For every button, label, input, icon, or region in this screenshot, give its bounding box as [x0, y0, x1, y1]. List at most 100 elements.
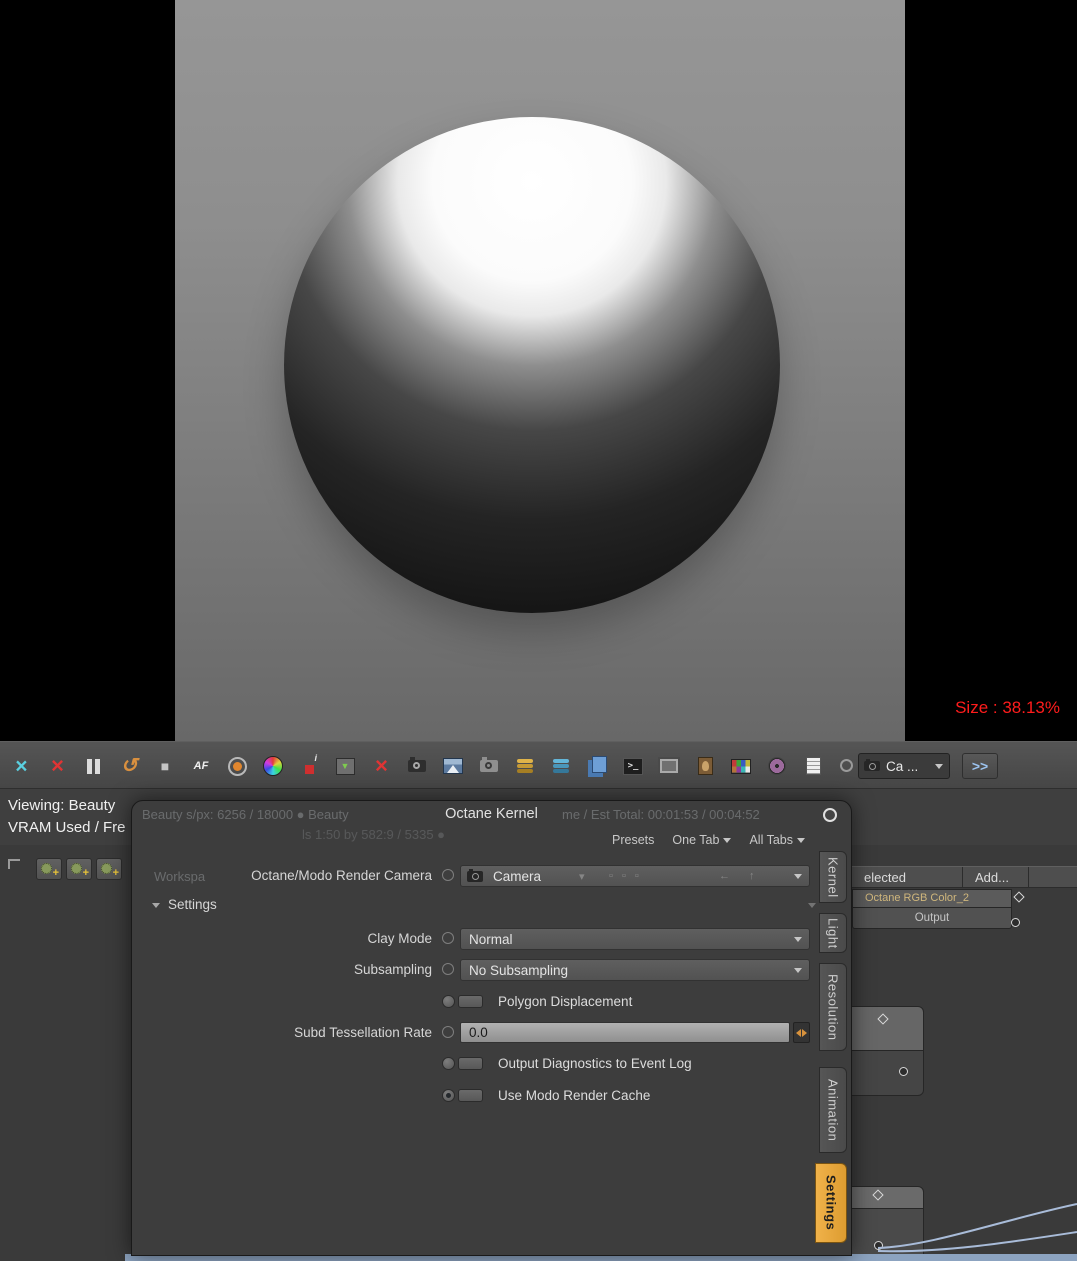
plus-icon: + — [112, 867, 119, 879]
clay-mode-row: Clay Mode Normal — [132, 928, 810, 950]
tab-kernel[interactable]: Kernel — [819, 851, 847, 903]
polygon-displacement-row: Polygon Displacement — [132, 991, 810, 1013]
channel-dot[interactable] — [442, 1026, 454, 1038]
render-viewport: Size : 38.13% — [0, 0, 1077, 741]
subsampling-dropdown[interactable]: No Subsampling — [460, 959, 810, 981]
chevron-down-icon — [935, 764, 943, 769]
render-size-label: Size : 38.13% — [955, 698, 1060, 717]
toolbar-icon-strip: × × ↺ ■ AF i ▼ × >_ — [6, 751, 828, 781]
pixel-info-icon[interactable]: i — [294, 751, 324, 781]
render-image[interactable] — [175, 0, 905, 741]
divider — [962, 867, 963, 887]
subd-rate-mini-slider[interactable] — [793, 1022, 810, 1043]
gear-icon — [41, 863, 52, 874]
event-log-icon[interactable] — [798, 751, 828, 781]
camera-combo[interactable]: Camera ▾ ▫ ▫ ▫ ← ↑ — [460, 865, 810, 887]
subsampling-label: Subsampling — [353, 962, 432, 977]
fit-view-icon[interactable]: × — [6, 751, 36, 781]
vram-status: VRAM Used / Fre — [8, 819, 126, 836]
stop-render-icon[interactable]: ■ — [150, 751, 180, 781]
console-icon[interactable]: >_ — [618, 751, 648, 781]
disabled-caret-icon: ▾ — [579, 871, 585, 883]
viewing-status: Viewing: Beauty — [8, 797, 116, 814]
copy-passes-icon[interactable] — [582, 751, 612, 781]
tab-light[interactable]: Light — [819, 913, 847, 953]
layers-gold-icon[interactable] — [510, 751, 540, 781]
node-output-diamond[interactable] — [1013, 891, 1025, 903]
image-viewer-icon[interactable] — [438, 751, 468, 781]
node-wires — [877, 1203, 1077, 1253]
schematic-header: elected Add... — [852, 866, 1077, 888]
subd-rate-input[interactable]: 0.0 — [460, 1022, 790, 1043]
one-tab-dropdown[interactable]: One Tab — [672, 833, 732, 847]
render-region-icon[interactable]: ▼ — [330, 751, 360, 781]
tab-resolution[interactable]: Resolution — [819, 963, 847, 1051]
chevron-down-icon — [794, 874, 802, 879]
divider — [1028, 867, 1029, 887]
chevron-down-icon — [794, 937, 802, 942]
autofocus-icon[interactable]: AF — [186, 751, 216, 781]
dialog-title[interactable]: Octane Kernel — [132, 806, 851, 822]
camera-picker-icon[interactable] — [402, 751, 432, 781]
focus-picker-icon[interactable] — [222, 751, 252, 781]
render-status-ring-icon[interactable] — [840, 759, 853, 772]
one-tab-label: One Tab — [672, 833, 720, 847]
snapshot-icon[interactable] — [474, 751, 504, 781]
viewport-corner-handle[interactable] — [8, 859, 20, 869]
node-input-circle[interactable] — [1011, 918, 1020, 927]
polygon-displacement-toggle[interactable] — [442, 994, 483, 1009]
add-link-button[interactable]: + — [96, 858, 122, 880]
disabled-left-arrow-icon: ← — [719, 870, 730, 882]
rendered-sphere — [284, 117, 780, 613]
layers-blue-icon[interactable] — [546, 751, 576, 781]
portrait-image-icon[interactable] — [690, 751, 720, 781]
subsampling-row: Subsampling No Subsampling — [132, 959, 810, 981]
tab-animation[interactable]: Animation — [819, 1067, 847, 1153]
clay-mode-label: Clay Mode — [367, 931, 432, 946]
presets-button[interactable]: Presets — [612, 833, 654, 847]
restart-render-icon[interactable]: ↺ — [114, 751, 144, 781]
color-wheel-icon[interactable] — [258, 751, 288, 781]
add-button[interactable]: Add... — [975, 870, 1009, 885]
disabled-grid-icons: ▫ ▫ ▫ — [609, 870, 642, 882]
rgb-color-node-title[interactable]: Octane RGB Color_2 — [852, 889, 1012, 907]
pause-render-icon[interactable] — [78, 751, 108, 781]
plus-icon: + — [52, 867, 59, 879]
color-checker-icon[interactable] — [726, 751, 756, 781]
dialog-pin-button[interactable] — [823, 808, 837, 822]
render-cache-label: Use Modo Render Cache — [498, 1088, 651, 1103]
camera-row-label: Octane/Modo Render Camera — [251, 868, 432, 883]
tab-settings[interactable]: Settings — [815, 1163, 847, 1243]
add-channel-button[interactable]: + — [66, 858, 92, 880]
octane-kernel-dialog: Beauty s/px: 6256 / 18000 ● Beauty me / … — [131, 800, 852, 1256]
subsampling-value: No Subsampling — [469, 962, 569, 978]
clear-render-icon[interactable]: × — [42, 751, 72, 781]
channel-dot[interactable] — [442, 932, 454, 944]
settings-section-header[interactable]: Settings — [152, 897, 830, 915]
clay-mode-value: Normal — [469, 931, 513, 947]
octane-render-window: Size : 38.13% × × ↺ ■ AF i ▼ × >_ Ca ... >> View… — [0, 0, 1077, 1261]
node-input-circle[interactable] — [899, 1067, 908, 1076]
diagnostics-toggle[interactable] — [442, 1056, 483, 1071]
framebuffer-icon[interactable] — [654, 751, 684, 781]
add-node-button[interactable]: + — [36, 858, 62, 880]
render-cache-toggle[interactable] — [442, 1088, 483, 1103]
toolbar-overflow-button[interactable]: >> — [962, 753, 998, 779]
chevron-down-icon — [797, 837, 805, 843]
channel-dot[interactable] — [442, 963, 454, 975]
film-reel-icon[interactable] — [762, 751, 792, 781]
rgb-color-node-output[interactable]: Output — [852, 907, 1012, 929]
channel-dot[interactable] — [442, 869, 454, 881]
ghost-render-stats2: ls 1:50 by 582:9 / 5335 ● — [302, 827, 446, 842]
disabled-up-arrow-icon: ↑ — [749, 870, 755, 882]
partial-node-body[interactable] — [844, 1050, 924, 1096]
camera-value: Camera — [493, 868, 542, 884]
all-tabs-dropdown[interactable]: All Tabs — [749, 833, 805, 847]
camera-row: Octane/Modo Render Camera Camera ▾ ▫ ▫ ▫… — [132, 865, 810, 887]
camera-select[interactable]: Ca ... — [858, 753, 950, 779]
subd-rate-row: Subd Tessellation Rate 0.0 — [132, 1022, 810, 1044]
clay-mode-dropdown[interactable]: Normal — [460, 928, 810, 950]
presets-row: Presets One Tab All Tabs — [612, 833, 805, 847]
clear-film-icon[interactable]: × — [366, 751, 396, 781]
partial-node[interactable] — [844, 1006, 924, 1052]
